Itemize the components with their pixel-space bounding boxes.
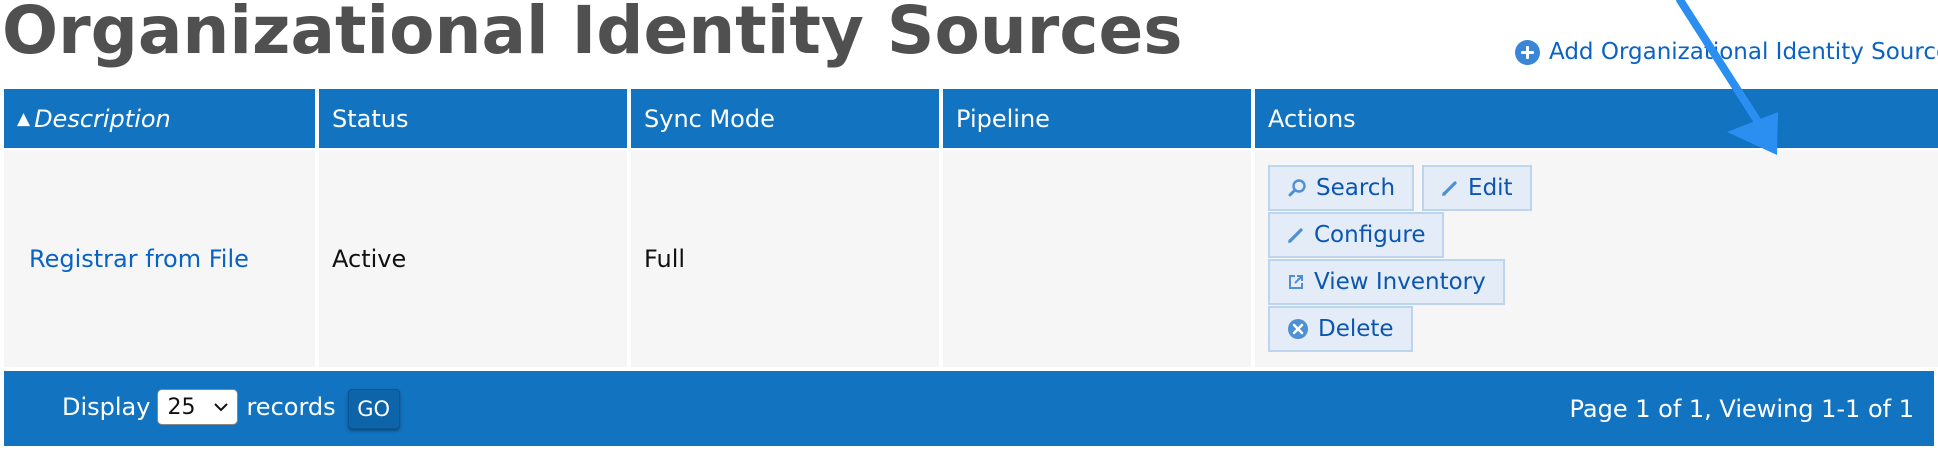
page-size-controls: Display 25 records GO bbox=[62, 385, 400, 429]
column-header-description[interactable]: ▲ Description bbox=[4, 89, 315, 148]
page-title: Organizational Identity Sources bbox=[2, 0, 1183, 69]
action-buttons: Search Edit Configure View Inventory Del… bbox=[1268, 164, 1558, 353]
sort-ascending-icon: ▲ bbox=[17, 108, 31, 129]
ois-table: ▲ Description Status Sync Mode Pipeline A… bbox=[0, 87, 1938, 369]
pencil-icon bbox=[1442, 180, 1457, 196]
column-header-pipeline: Pipeline bbox=[943, 89, 1251, 148]
plus-circle-icon bbox=[1515, 39, 1540, 65]
page-size-select[interactable]: 25 bbox=[157, 389, 239, 425]
view-inventory-button[interactable]: View Inventory bbox=[1268, 258, 1505, 305]
actions-cell: Search Edit Configure View Inventory Del… bbox=[1255, 150, 1938, 367]
ois-description-link[interactable]: Registrar from File bbox=[29, 245, 249, 273]
table-header-row: ▲ Description Status Sync Mode Pipeline A… bbox=[4, 89, 1938, 148]
add-link-label: Add Organizational Identity Source bbox=[1549, 39, 1938, 65]
go-button[interactable]: GO bbox=[347, 389, 400, 429]
sync-mode-cell: Full bbox=[631, 150, 939, 367]
display-label: Display bbox=[62, 393, 151, 421]
table-row: Registrar from File Active Full Search E… bbox=[4, 150, 1938, 367]
column-header-actions: Actions bbox=[1255, 89, 1938, 148]
delete-button[interactable]: Delete bbox=[1268, 305, 1413, 352]
pagination-summary: Page 1 of 1, Viewing 1-1 of 1 bbox=[1569, 395, 1914, 423]
pagination-bar: Display 25 records GO Page 1 of 1, Viewi… bbox=[4, 371, 1934, 446]
external-link-icon bbox=[1289, 274, 1303, 289]
add-organizational-identity-source-link[interactable]: Add Organizational Identity Source bbox=[1515, 39, 1938, 65]
records-label: records bbox=[246, 393, 336, 421]
delete-circle-icon bbox=[1288, 318, 1308, 339]
search-icon bbox=[1288, 178, 1306, 196]
edit-button[interactable]: Edit bbox=[1422, 164, 1532, 211]
pipeline-cell bbox=[943, 150, 1251, 367]
column-header-status: Status bbox=[319, 89, 627, 148]
chevron-down-icon bbox=[214, 403, 229, 412]
configure-button[interactable]: Configure bbox=[1268, 211, 1445, 258]
search-button[interactable]: Search bbox=[1268, 164, 1415, 211]
description-cell: Registrar from File bbox=[4, 150, 315, 367]
pencil-icon bbox=[1288, 227, 1303, 243]
column-header-sync-mode: Sync Mode bbox=[631, 89, 939, 148]
status-cell: Active bbox=[319, 150, 627, 367]
